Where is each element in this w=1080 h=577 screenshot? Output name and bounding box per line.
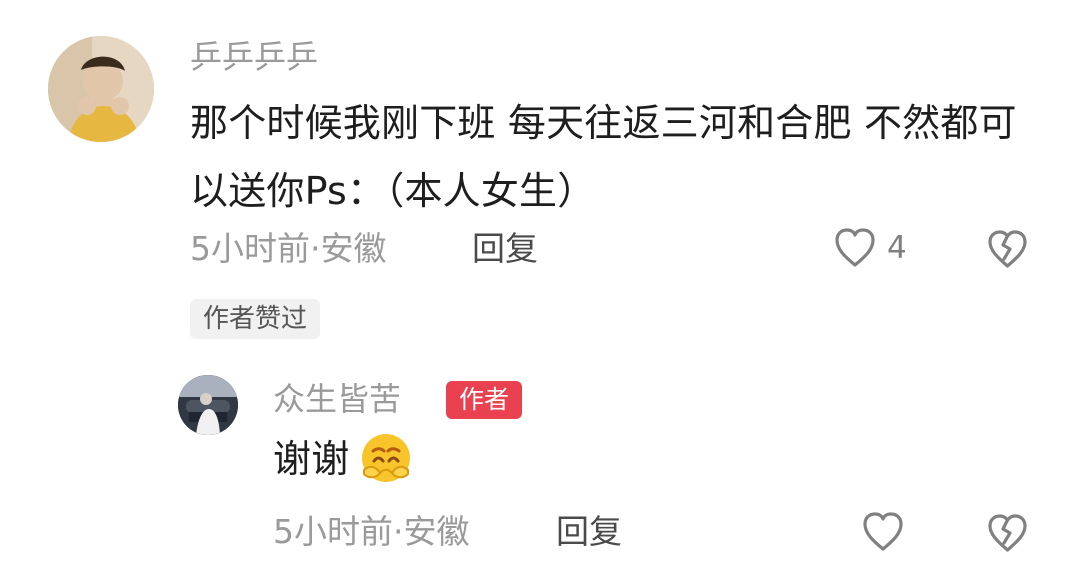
reply-comment-text: 谢谢 — [273, 425, 693, 493]
reply-comment-dislike-button[interactable] — [986, 513, 1029, 554]
main-comment-username[interactable]: 乒乒乒乒 — [190, 39, 318, 75]
author-badge: 作者 — [446, 381, 523, 419]
reply-comment: 众生皆苦 作者 谢谢 5小时前·安徽 回复 — [0, 360, 1080, 577]
main-comment: 乒乒乒乒 那个时候我刚下班 每天往返三河和合肥 不然都可以送你Ps：（本人女生）… — [0, 0, 1080, 345]
heart-icon — [833, 227, 877, 269]
broken-heart-icon — [986, 229, 1029, 270]
main-comment-meta: 5小时前·安徽 — [190, 229, 387, 268]
main-comment-like-count: 4 — [887, 230, 907, 266]
reply-comment-reply-button[interactable]: 回复 — [556, 513, 622, 551]
main-comment-like-button[interactable]: 4 — [833, 227, 907, 269]
author-liked-badge: 作者赞过 — [190, 299, 321, 339]
heart-icon — [861, 511, 905, 553]
reply-comment-text-content: 谢谢 — [273, 437, 350, 481]
broken-heart-icon — [986, 513, 1029, 554]
main-comment-text: 那个时候我刚下班 每天往返三河和合肥 不然都可以送你Ps：（本人女生） — [190, 101, 1017, 213]
reply-comment-avatar[interactable] — [178, 375, 238, 435]
reply-comment-username[interactable]: 众生皆苦 — [273, 381, 401, 417]
main-comment-avatar[interactable] — [48, 36, 154, 142]
pleading-face-emoji — [357, 430, 415, 488]
main-comment-dislike-button[interactable] — [986, 229, 1029, 270]
reply-comment-meta: 5小时前·安徽 — [273, 512, 470, 551]
reply-comment-like-button[interactable] — [861, 511, 905, 553]
main-comment-reply-button[interactable]: 回复 — [472, 230, 538, 268]
